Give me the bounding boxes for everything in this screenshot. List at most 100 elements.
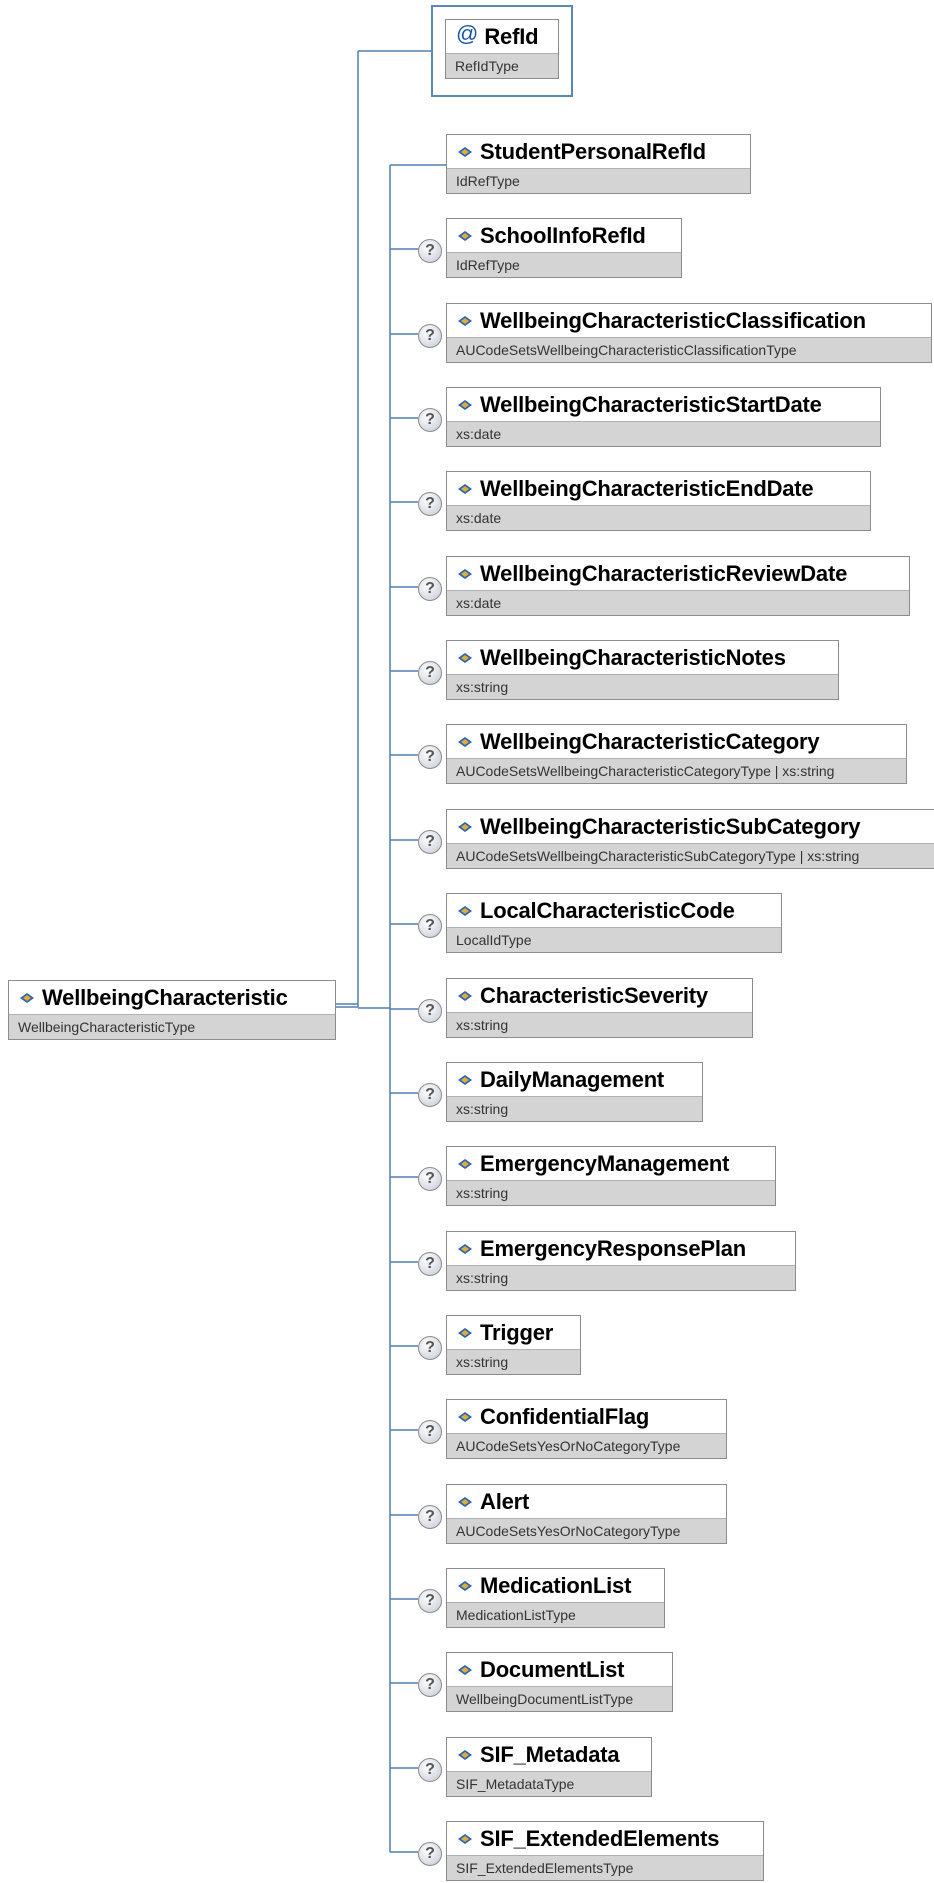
optional-icon: ? — [418, 1842, 442, 1866]
root-element-name: WellbeingCharacteristic — [42, 984, 288, 1010]
element-icon — [458, 905, 472, 916]
element-icon — [458, 1664, 472, 1675]
element-icon — [458, 652, 472, 663]
element-type: AUCodeSetsWellbeingCharacteristicSubCate… — [447, 843, 934, 868]
element-name: WellbeingCharacteristicSubCategory — [480, 813, 861, 839]
element-box-wellbeingcharacteristicenddate[interactable]: WellbeingCharacteristicEndDate xs:date — [446, 471, 871, 531]
element-box-wellbeingcharacteristicclassification[interactable]: WellbeingCharacteristicClassification AUC… — [446, 303, 932, 363]
element-name: MedicationList — [480, 1572, 632, 1598]
attribute-icon: @ — [456, 20, 479, 46]
element-box-alert[interactable]: Alert AUCodeSetsYesOrNoCategoryType — [446, 1484, 727, 1544]
optional-icon: ? — [418, 661, 442, 685]
element-icon — [458, 990, 472, 1001]
optional-icon: ? — [418, 914, 442, 938]
element-name: EmergencyResponsePlan — [480, 1235, 747, 1261]
element-box-wellbeingcharacteristicstartdate[interactable]: WellbeingCharacteristicStartDate xs:date — [446, 387, 881, 447]
element-type: AUCodeSetsWellbeingCharacteristicCategor… — [447, 758, 906, 783]
element-type: xs:date — [447, 505, 870, 530]
element-name: Trigger — [480, 1319, 554, 1345]
element-icon — [458, 230, 472, 241]
element-type: MedicationListType — [447, 1602, 664, 1627]
optional-icon: ? — [418, 1252, 442, 1276]
root-element-box[interactable]: WellbeingCharacteristic WellbeingCharact… — [8, 980, 336, 1040]
element-icon — [458, 1327, 472, 1338]
element-name: DailyManagement — [480, 1066, 665, 1092]
element-type: AUCodeSetsYesOrNoCategoryType — [447, 1433, 726, 1458]
element-icon — [20, 992, 34, 1003]
element-icon — [458, 1833, 472, 1844]
element-name: ConfidentialFlag — [480, 1403, 650, 1429]
element-box-localcharacteristiccode[interactable]: LocalCharacteristicCode LocalIdType — [446, 893, 782, 953]
optional-icon: ? — [418, 1083, 442, 1107]
element-box-wellbeingcharacteristicnotes[interactable]: WellbeingCharacteristicNotes xs:string — [446, 640, 839, 700]
element-type: SIF_ExtendedElementsType — [447, 1855, 763, 1880]
element-type: xs:string — [447, 1012, 752, 1037]
element-type: AUCodeSetsYesOrNoCategoryType — [447, 1518, 726, 1543]
element-name: WellbeingCharacteristicStartDate — [480, 391, 822, 417]
element-type: xs:string — [447, 1096, 702, 1121]
element-box-documentlist[interactable]: DocumentList WellbeingDocumentListType — [446, 1652, 673, 1712]
element-box-dailymanagement[interactable]: DailyManagement xs:string — [446, 1062, 703, 1122]
element-icon — [458, 1749, 472, 1760]
element-box-emergencyresponseplan[interactable]: EmergencyResponsePlan xs:string — [446, 1231, 796, 1291]
element-box-wellbeingcharacteristicsubcategory[interactable]: WellbeingCharacteristicSubCategory AUCode… — [446, 809, 934, 869]
optional-icon: ? — [418, 324, 442, 348]
optional-icon: ? — [418, 999, 442, 1023]
element-type: xs:string — [447, 1180, 775, 1205]
attribute-box[interactable]: @ RefId RefIdType — [445, 19, 559, 79]
element-icon — [458, 736, 472, 747]
element-type: xs:string — [447, 674, 838, 699]
element-name: WellbeingCharacteristicClassification — [480, 307, 866, 333]
element-icon — [458, 1496, 472, 1507]
root-element-type: WellbeingCharacteristicType — [9, 1014, 335, 1039]
element-icon — [458, 399, 472, 410]
element-type: IdRefType — [447, 168, 750, 193]
element-name: WellbeingCharacteristicReviewDate — [480, 560, 848, 586]
element-box-wellbeingcharacteristiccategory[interactable]: WellbeingCharacteristicCategory AUCodeSet… — [446, 724, 907, 784]
element-name: SIF_ExtendedElements — [480, 1825, 720, 1851]
element-icon — [458, 821, 472, 832]
element-icon — [458, 1074, 472, 1085]
element-box-confidentialflag[interactable]: ConfidentialFlag AUCodeSetsYesOrNoCategor… — [446, 1399, 727, 1459]
element-icon — [458, 483, 472, 494]
element-name: CharacteristicSeverity — [480, 982, 708, 1008]
element-type: xs:string — [447, 1349, 580, 1374]
attributes-group: @ RefId RefIdType — [431, 5, 573, 97]
optional-icon: ? — [418, 745, 442, 769]
element-name: WellbeingCharacteristicCategory — [480, 728, 820, 754]
element-name: WellbeingCharacteristicEndDate — [480, 475, 814, 501]
element-type: AUCodeSetsWellbeingCharacteristicClassif… — [447, 337, 931, 362]
optional-icon: ? — [418, 830, 442, 854]
element-box-sif-metadata[interactable]: SIF_Metadata SIF_MetadataType — [446, 1737, 652, 1797]
element-type: xs:date — [447, 590, 909, 615]
optional-icon: ? — [418, 1420, 442, 1444]
element-name: SIF_Metadata — [480, 1741, 620, 1767]
element-box-trigger[interactable]: Trigger xs:string — [446, 1315, 581, 1375]
element-type: WellbeingDocumentListType — [447, 1686, 672, 1711]
element-icon — [458, 1158, 472, 1169]
element-name: LocalCharacteristicCode — [480, 897, 735, 923]
element-name: DocumentList — [480, 1656, 625, 1682]
element-name: SchoolInfoRefId — [480, 222, 646, 248]
element-box-schoolinforefid[interactable]: SchoolInfoRefId IdRefType — [446, 218, 682, 278]
element-icon — [458, 1580, 472, 1591]
element-name: WellbeingCharacteristicNotes — [480, 644, 786, 670]
element-type: xs:date — [447, 421, 880, 446]
element-box-sif-extendedelements[interactable]: SIF_ExtendedElements SIF_ExtendedElements… — [446, 1821, 764, 1881]
optional-icon: ? — [418, 1758, 442, 1782]
element-type: SIF_MetadataType — [447, 1771, 651, 1796]
element-type: xs:string — [447, 1265, 795, 1290]
element-box-emergencymanagement[interactable]: EmergencyManagement xs:string — [446, 1146, 776, 1206]
element-box-wellbeingcharacteristicreviewdate[interactable]: WellbeingCharacteristicReviewDate xs:date — [446, 556, 910, 616]
element-box-studentpersonalrefid[interactable]: StudentPersonalRefId IdRefType — [446, 134, 751, 194]
element-box-medicationlist[interactable]: MedicationList MedicationListType — [446, 1568, 665, 1628]
optional-icon: ? — [418, 1167, 442, 1191]
element-icon — [458, 146, 472, 157]
optional-icon: ? — [418, 408, 442, 432]
element-box-characteristicseverity[interactable]: CharacteristicSeverity xs:string — [446, 978, 753, 1038]
optional-icon: ? — [418, 577, 442, 601]
attribute-name: RefId — [484, 23, 539, 49]
element-icon — [458, 1243, 472, 1254]
element-name: Alert — [480, 1488, 530, 1514]
optional-icon: ? — [418, 1673, 442, 1697]
